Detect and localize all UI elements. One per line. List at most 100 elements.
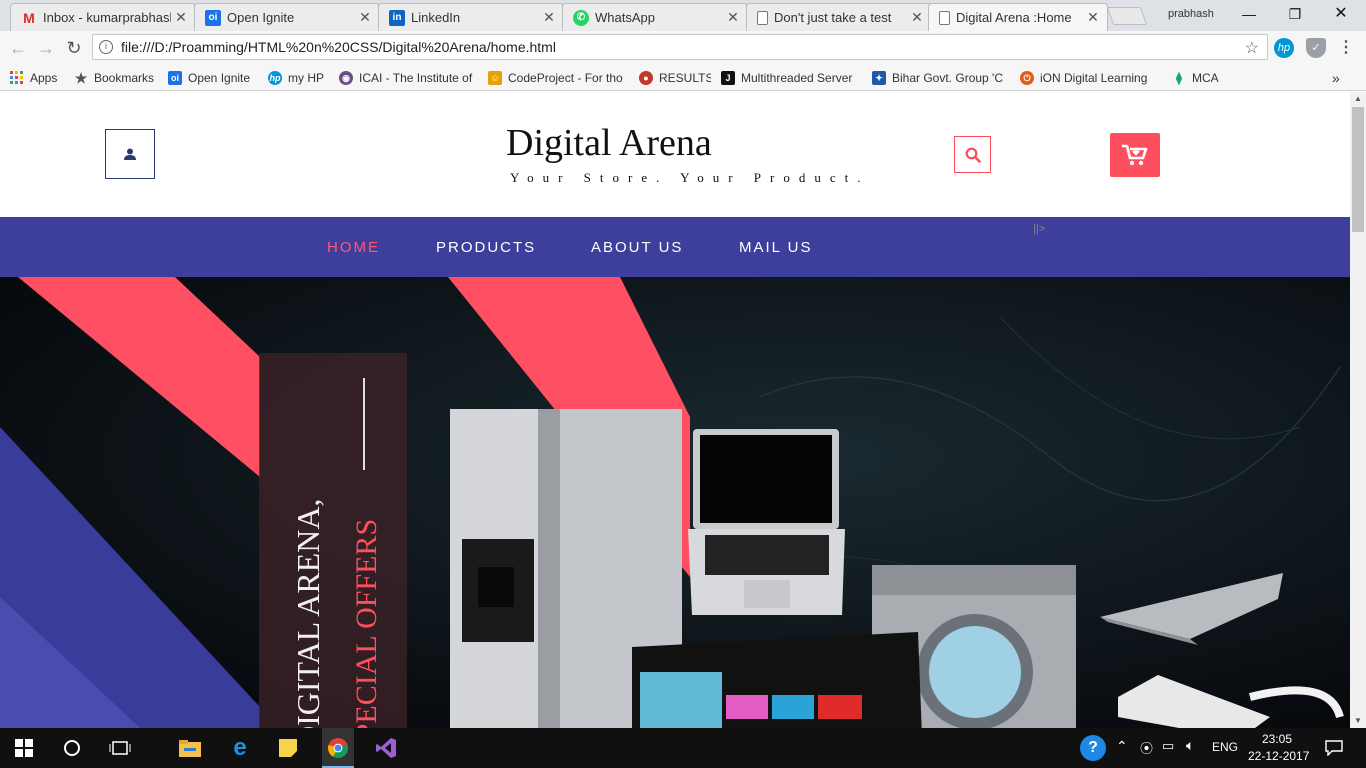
tab-test[interactable]: Don't just take a test ✕: [746, 3, 932, 31]
language-indicator[interactable]: ENG: [1212, 740, 1238, 754]
tab-open-ignite[interactable]: oi Open Ignite ✕: [194, 3, 380, 31]
bookmark-label: CodeProject - For tho: [508, 71, 623, 85]
search-circle-icon[interactable]: [58, 734, 86, 762]
bookmark-apps[interactable]: Apps: [10, 69, 70, 87]
ion-icon: ⏻: [1020, 71, 1034, 85]
tab-title: LinkedIn: [411, 10, 461, 25]
clock-time[interactable]: 23:05: [1262, 732, 1292, 746]
bookmark-ion-digital[interactable]: ⏻ iON Digital Learning: [1020, 69, 1154, 87]
menu-icon[interactable]: ⋮: [1336, 38, 1356, 58]
search-button[interactable]: [954, 136, 991, 173]
hero-divider: [363, 378, 365, 470]
tray-chevron-icon[interactable]: ⌃: [1116, 738, 1128, 755]
bookmark-results[interactable]: ● RESULTS: [639, 69, 711, 87]
codeproject-icon: ☺: [488, 71, 502, 85]
linkedin-icon: in: [389, 9, 405, 26]
page-scrollbar[interactable]: ▲ ▼: [1350, 92, 1366, 728]
file-explorer-icon[interactable]: [176, 734, 204, 762]
tab-gmail[interactable]: M Inbox - kumarprabhash ✕: [10, 3, 196, 31]
open-ignite-icon: oi: [205, 9, 221, 26]
sticky-notes-icon[interactable]: [274, 734, 302, 762]
volume-icon[interactable]: 🔈︎: [1186, 737, 1194, 754]
open-ignite-icon: oi: [168, 71, 182, 85]
bookmark-label: Apps: [30, 71, 58, 85]
results-icon: ●: [639, 71, 653, 85]
window-close-icon[interactable]: ✕: [1318, 0, 1364, 28]
web-page: Digital Arena Your Store. Your Product. …: [0, 92, 1350, 728]
tab-title: Digital Arena :Home: [956, 10, 1072, 25]
forward-icon[interactable]: →: [34, 36, 58, 60]
user-icon: [124, 148, 136, 160]
stray-text: ||>: [1033, 223, 1046, 235]
bookmark-open-ignite[interactable]: oi Open Ignite: [168, 69, 260, 87]
edge-icon[interactable]: e: [226, 734, 254, 762]
bihar-icon: ✦: [872, 71, 886, 85]
nav-about-us[interactable]: ABOUT US: [591, 239, 683, 256]
tab-whatsapp[interactable]: ✆ WhatsApp ✕: [562, 3, 748, 31]
address-bar[interactable]: i file:///D:/Proamming/HTML%20n%20CSS/Di…: [92, 34, 1268, 60]
nav-products[interactable]: PRODUCTS: [436, 239, 536, 256]
scroll-down-icon[interactable]: ▼: [1350, 714, 1366, 728]
whatsapp-icon: ✆: [573, 9, 589, 26]
bookmark-label: my HP: [288, 71, 324, 85]
hp-icon[interactable]: hp: [1274, 38, 1294, 58]
minimize-icon[interactable]: —: [1226, 0, 1272, 28]
tab-title: Don't just take a test: [774, 10, 892, 25]
profile-name[interactable]: prabhash: [1168, 8, 1214, 20]
close-icon[interactable]: ✕: [1083, 9, 1103, 26]
star-icon: ★: [74, 70, 88, 86]
tab-title: Inbox - kumarprabhash: [43, 10, 171, 25]
bookmark-label: iON Digital Learning: [1040, 71, 1148, 85]
bookmark-codeproject[interactable]: ☺ CodeProject - For tho: [488, 69, 626, 87]
search-icon: [965, 147, 981, 163]
bookmark-bihar-govt[interactable]: ✦ Bihar Govt. Group 'C: [872, 69, 1006, 87]
nav-mail-us[interactable]: MAIL US: [739, 239, 812, 256]
task-view-icon[interactable]: [106, 734, 134, 762]
notifications-icon[interactable]: [1320, 734, 1348, 762]
bookmark-star-icon[interactable]: ☆: [1245, 38, 1259, 58]
bookmark-icai[interactable]: ◉ ICAI - The Institute of: [339, 69, 476, 87]
visual-studio-icon[interactable]: [372, 734, 400, 762]
wifi-icon[interactable]: ⦿: [1140, 738, 1153, 757]
help-icon[interactable]: ?: [1080, 735, 1106, 761]
reload-icon[interactable]: ↻: [62, 36, 86, 60]
nav-home[interactable]: HOME: [327, 239, 380, 256]
icai-icon: ◉: [339, 71, 353, 85]
close-icon[interactable]: ✕: [907, 9, 927, 26]
clock-date[interactable]: 22-12-2017: [1248, 749, 1309, 763]
info-icon[interactable]: i: [99, 40, 113, 54]
windows-taskbar: e ? ⌃ ⦿ ▭ 🔈︎ ENG 23:05 22-12-2017: [0, 728, 1366, 768]
bookmark-bookmarks[interactable]: ★ Bookmarks: [74, 69, 160, 87]
bookmark-multithreaded-server[interactable]: J Multithreaded Server: [721, 69, 859, 87]
bookmarks-overflow-icon[interactable]: »: [1332, 69, 1346, 87]
close-icon[interactable]: ✕: [539, 9, 559, 26]
bookmark-mca[interactable]: ⧫ MCA: [1172, 69, 1232, 87]
shield-icon[interactable]: ✓: [1306, 38, 1326, 58]
back-icon[interactable]: ←: [6, 36, 30, 60]
hero-banner: DIGITAL ARENA, SPECIAL OFFERS: [0, 277, 1350, 728]
tab-digital-arena[interactable]: Digital Arena :Home ✕: [928, 3, 1108, 31]
hero-graphic: [0, 277, 1350, 728]
tab-title: WhatsApp: [595, 10, 655, 25]
new-tab-button[interactable]: [1106, 7, 1148, 25]
hero-title-line1: DIGITAL ARENA,: [290, 498, 326, 728]
bookmark-my-hp[interactable]: hp my HP: [268, 69, 330, 87]
bookmark-label: Open Ignite: [188, 71, 251, 85]
close-icon[interactable]: ✕: [171, 9, 191, 26]
scroll-up-icon[interactable]: ▲: [1350, 92, 1366, 106]
windows-start-icon[interactable]: [10, 734, 38, 762]
account-button[interactable]: [105, 129, 155, 179]
site-brand[interactable]: Digital Arena: [506, 121, 712, 165]
url-text[interactable]: file:///D:/Proamming/HTML%20n%20CSS/Digi…: [121, 39, 556, 55]
maximize-icon[interactable]: ❐: [1272, 0, 1318, 28]
chrome-icon[interactable]: [322, 728, 354, 768]
tab-linkedin[interactable]: in LinkedIn ✕: [378, 3, 564, 31]
cart-button[interactable]: [1110, 133, 1160, 177]
close-icon[interactable]: ✕: [355, 9, 375, 26]
close-icon[interactable]: ✕: [723, 9, 743, 26]
mca-icon: ⧫: [1176, 71, 1182, 85]
scrollbar-thumb[interactable]: [1352, 107, 1364, 232]
document-icon: [757, 10, 768, 25]
document-icon: [939, 10, 950, 25]
battery-icon[interactable]: ▭: [1162, 738, 1174, 754]
